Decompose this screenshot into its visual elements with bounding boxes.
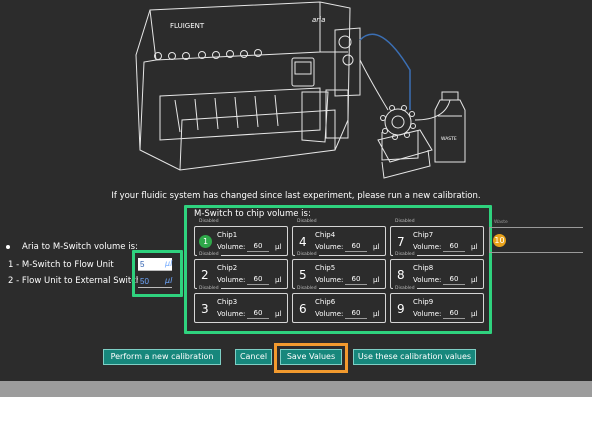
- device-model-label: aria: [312, 16, 325, 24]
- chip-volume-label: Volume:: [217, 310, 246, 318]
- chip-number: 3: [201, 302, 209, 316]
- waste-bottle-label: WASTE: [441, 136, 457, 142]
- mswitch-flow-label: 1 - M-Switch to Flow Unit: [8, 260, 114, 270]
- chip-number: 9: [397, 302, 405, 316]
- chip-volume-label: Volume:: [413, 243, 442, 251]
- aria-volume-label: Aria to M-Switch volume is:: [22, 242, 138, 252]
- chip-volume-unit: µl: [471, 243, 478, 251]
- chip-active-badge: 1: [199, 235, 212, 248]
- chip-name: Chip6: [315, 298, 336, 306]
- device-brand-label: FLUIGENT: [170, 22, 205, 30]
- chip-volume-unit: µl: [275, 310, 282, 318]
- chip-volume-input[interactable]: 60: [443, 242, 465, 252]
- chip-6[interactable]: Disabled 6 Chip6 Volume: 60 µl: [292, 286, 386, 323]
- chip-volume-unit: µl: [373, 310, 380, 318]
- chip-name: Chip5: [315, 264, 336, 272]
- chip-volume-unit: µl: [471, 276, 478, 284]
- device-illustration: FLUIGENT aria WASTE: [135, 1, 466, 179]
- chip-8[interactable]: Disabled 8 Chip8 Volume: 60 µl: [390, 252, 484, 289]
- chip-name: Chip7: [413, 231, 434, 239]
- chip-volume-input[interactable]: 60: [345, 275, 367, 285]
- chip-10-mode[interactable]: Waste: [492, 220, 510, 225]
- chip-volume-unit: µl: [471, 310, 478, 318]
- chip-number: 8: [397, 268, 405, 282]
- chip-mode-dropdown[interactable]: Disabled: [393, 286, 417, 291]
- chip-volume-unit: µl: [275, 276, 282, 284]
- flow-switch-label: 2 - Flow Unit to External Switch: [8, 276, 142, 286]
- chip-9[interactable]: Disabled 9 Chip9 Volume: 60 µl: [390, 286, 484, 323]
- chip-3[interactable]: Disabled 3 Chip3 Volume: 60 µl: [194, 286, 288, 323]
- mswitch-title: M-Switch to chip volume is:: [194, 209, 311, 219]
- chip-volume-input[interactable]: 60: [443, 309, 465, 319]
- mswitch-flow-unit: µl: [165, 259, 173, 268]
- chip-volume-unit: µl: [373, 243, 380, 251]
- chip-volume-label: Volume:: [315, 243, 344, 251]
- chip-volume-input[interactable]: 60: [247, 242, 269, 252]
- bottom-status-bar: [0, 381, 592, 397]
- chip-name: Chip1: [217, 231, 238, 239]
- chip-10-badge: 10: [493, 234, 506, 247]
- chip-number: 2: [201, 268, 209, 282]
- chip-5[interactable]: Disabled 5 Chip5 Volume: 60 µl: [292, 252, 386, 289]
- chip-name: Chip3: [217, 298, 238, 306]
- chip-name: Chip9: [413, 298, 434, 306]
- chip-mode-dropdown[interactable]: Disabled: [295, 286, 319, 291]
- chip-volume-label: Volume:: [315, 310, 344, 318]
- bullet-icon: [6, 244, 10, 249]
- calibration-notice: If your fluidic system has changed since…: [111, 191, 481, 201]
- chip-mode-dropdown[interactable]: Disabled: [295, 219, 319, 224]
- use-calibration-values-button[interactable]: Use these calibration values: [353, 349, 476, 365]
- chip-number: 6: [299, 302, 307, 316]
- aria-volume-row: Aria to M-Switch volume is:: [6, 242, 138, 252]
- chip-volume-input[interactable]: 60: [345, 242, 367, 252]
- cancel-button[interactable]: Cancel: [235, 349, 272, 365]
- chip-name: Chip2: [217, 264, 238, 272]
- calibration-window: FLUIGENT aria WASTE If your fluidic syst…: [0, 0, 592, 381]
- chip-volume-label: Volume:: [413, 276, 442, 284]
- chip-2[interactable]: Disabled 2 Chip2 Volume: 60 µl: [194, 252, 288, 289]
- chip-volume-label: Volume:: [217, 276, 246, 284]
- chip-volume-label: Volume:: [315, 276, 344, 284]
- chip-mode-dropdown[interactable]: Disabled: [197, 252, 221, 257]
- chip-mode-dropdown[interactable]: Disabled: [393, 219, 417, 224]
- chip-volume-input[interactable]: 60: [443, 275, 465, 285]
- chip-volume-unit: µl: [373, 276, 380, 284]
- chip-volume-input[interactable]: 60: [247, 309, 269, 319]
- chip-name: Chip4: [315, 231, 336, 239]
- chip-mode-dropdown[interactable]: Disabled: [393, 252, 417, 257]
- flow-switch-unit: µl: [165, 276, 173, 285]
- chip-volume-unit: µl: [275, 243, 282, 251]
- chip-mode-dropdown[interactable]: Disabled: [197, 219, 221, 224]
- chip-volume-label: Volume:: [217, 243, 246, 251]
- chip-number: 4: [299, 235, 307, 249]
- chip-mode-dropdown[interactable]: Disabled: [295, 252, 319, 257]
- save-values-button[interactable]: Save Values: [280, 349, 342, 365]
- chip-volume-input[interactable]: 60: [345, 309, 367, 319]
- chip-number: 7: [397, 235, 405, 249]
- chip-name: Chip8: [413, 264, 434, 272]
- chip-volume-input[interactable]: 60: [247, 275, 269, 285]
- perform-calibration-button[interactable]: Perform a new calibration: [103, 349, 221, 365]
- chip-mode-dropdown[interactable]: Disabled: [197, 286, 221, 291]
- chip-number: 5: [299, 268, 307, 282]
- chip-10[interactable]: Waste 10: [489, 220, 583, 253]
- chip-volume-label: Volume:: [413, 310, 442, 318]
